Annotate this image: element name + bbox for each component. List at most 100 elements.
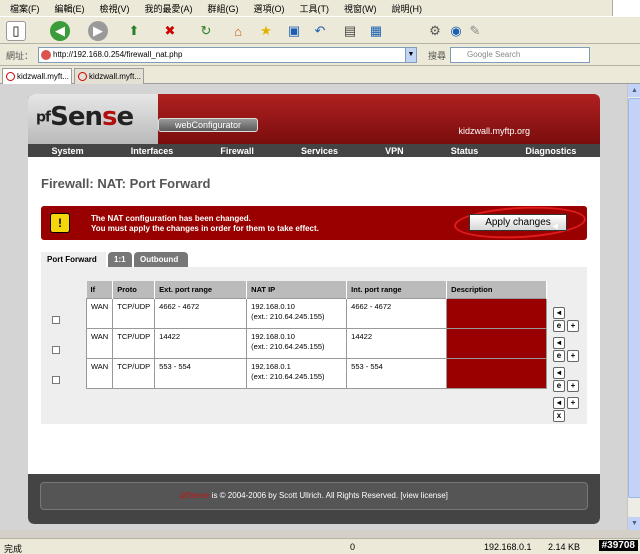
tab-outbound[interactable]: Outbound: [134, 252, 188, 267]
browser-tab-label: kidzwall.myft...: [17, 72, 70, 81]
nav-status[interactable]: Status: [451, 146, 479, 156]
cell-nat-ip: 192.168.0.1 (ext.: 210.64.245.155): [246, 357, 348, 389]
page-scrollbar[interactable]: ▲ ▼: [627, 84, 640, 530]
table-header-row: If Proto Ext. port range NAT IP Int. por…: [86, 281, 548, 298]
menu-help[interactable]: 說明(H): [392, 2, 423, 15]
browser-tab-1[interactable]: kidzwall.myft...: [2, 68, 72, 84]
cell-int: 553 - 554: [346, 357, 448, 389]
browser-tab-label: kidzwall.myft...: [89, 72, 142, 81]
nat-ip: 192.168.0.10: [251, 301, 295, 311]
add-rule-icon[interactable]: +: [567, 380, 579, 392]
col-description: Description: [446, 281, 548, 298]
rules-panel: If Proto Ext. port range NAT IP Int. por…: [41, 267, 587, 424]
add-rule-icon[interactable]: +: [567, 320, 579, 332]
nat-ext: (ext.: 210.64.245.155): [251, 341, 325, 351]
nav-vpn[interactable]: VPN: [385, 146, 404, 156]
new-page-icon[interactable]: ▯: [6, 21, 26, 41]
menu-tools[interactable]: 工具(T): [300, 2, 330, 15]
status-ip: 192.168.0.1: [484, 542, 532, 552]
cell-proto: TCP/UDP: [112, 357, 156, 389]
row-checkbox[interactable]: [52, 376, 60, 384]
menu-file[interactable]: 檔案(F): [10, 2, 40, 15]
add-rule-icon[interactable]: +: [567, 350, 579, 362]
nav-services[interactable]: Services: [301, 146, 338, 156]
pfsense-footer: pfSense is © 2004-2006 by Scott Ullrich.…: [28, 474, 600, 524]
move-selected-icon[interactable]: ◂: [553, 397, 565, 409]
address-label: 網址：: [6, 51, 34, 61]
table-row[interactable]: WAN TCP/UDP 553 - 554 192.168.0.1 (ext.: …: [85, 357, 548, 389]
menu-favorites[interactable]: 我的最愛(A): [145, 2, 193, 15]
menu-window[interactable]: 視窗(W): [344, 2, 377, 15]
tool-icon-3[interactable]: ✎: [465, 21, 485, 41]
refresh-icon[interactable]: ↻: [196, 21, 216, 41]
tool-icon-2[interactable]: ◉: [446, 21, 466, 41]
table-row[interactable]: WAN TCP/UDP 4662 - 4672 192.168.0.10 (ext…: [85, 297, 548, 329]
history-icon[interactable]: ▣: [284, 21, 304, 41]
apply-changes-button[interactable]: Apply changes: [469, 214, 567, 231]
menu-options[interactable]: 選項(O): [254, 2, 285, 15]
cell-proto: TCP/UDP: [112, 297, 156, 329]
tab-port-forward[interactable]: Port Forward: [41, 252, 106, 267]
tab-favicon-icon: [6, 72, 15, 81]
table-row[interactable]: WAN TCP/UDP 14422 192.168.0.10 (ext.: 210…: [85, 327, 548, 359]
move-rule-icon[interactable]: ◂: [553, 307, 565, 319]
cell-if: WAN: [85, 357, 114, 389]
alert-line-1: The NAT configuration has been changed.: [91, 214, 251, 223]
back-icon[interactable]: ◀: [50, 21, 70, 41]
webconfigurator-badge: webConfigurator: [158, 118, 258, 132]
cell-int: 4662 - 4672: [346, 297, 448, 329]
forward-icon[interactable]: ▶: [88, 21, 108, 41]
menu-edit[interactable]: 編輯(E): [55, 2, 85, 15]
row-checkbox[interactable]: [52, 316, 60, 324]
add-new-rule-icon[interactable]: +: [567, 397, 579, 409]
move-rule-icon[interactable]: ◂: [553, 337, 565, 349]
edit-rule-icon[interactable]: e: [553, 380, 565, 392]
alert-message: The NAT configuration has been changed. …: [91, 214, 319, 234]
cell-description: [446, 327, 548, 359]
tab-one-to-one[interactable]: 1:1: [108, 252, 132, 267]
home-icon[interactable]: ⌂: [228, 21, 248, 41]
ie-logo-icon: [612, 0, 640, 16]
menu-groups[interactable]: 群組(G): [208, 2, 239, 15]
nav-interfaces[interactable]: Interfaces: [131, 146, 174, 156]
nav-system[interactable]: System: [52, 146, 84, 156]
tile-icon[interactable]: ▦: [366, 21, 386, 41]
search-label: 搜尋: [428, 51, 447, 61]
home-up-icon[interactable]: ⬆: [124, 21, 144, 41]
cell-if: WAN: [85, 297, 114, 329]
scroll-down-icon[interactable]: ▼: [628, 517, 640, 530]
search-input[interactable]: Google Search: [450, 47, 590, 63]
undo-icon[interactable]: ↶: [310, 21, 330, 41]
move-rule-icon[interactable]: ◂: [553, 367, 565, 379]
footer-brand-link[interactable]: pfSense: [180, 491, 209, 500]
browser-toolbar: ▯ ◀ ▶ ⬆ ✖ ↻ ⌂ ★ ▣ ↶ ▤ ▦ ⚙ ◉ ✎: [0, 16, 640, 44]
nav-diagnostics[interactable]: Diagnostics: [525, 146, 576, 156]
menu-view[interactable]: 檢視(V): [100, 2, 130, 15]
col-if: If: [86, 281, 114, 298]
cell-proto: TCP/UDP: [112, 327, 156, 359]
tab-favicon-icon: [78, 72, 87, 81]
favorites-star-icon[interactable]: ★: [256, 21, 276, 41]
edit-rule-icon[interactable]: e: [553, 350, 565, 362]
page-viewport: pfSense webConfigurator kidzwall.myftp.o…: [0, 84, 640, 530]
copyright: pfSense is © 2004-2006 by Scott Ullrich.…: [40, 482, 588, 510]
cell-int: 14422: [346, 327, 448, 359]
scroll-up-icon[interactable]: ▲: [628, 84, 640, 97]
page-favicon-icon: [41, 50, 51, 60]
hostname: kidzwall.myftp.org: [458, 126, 530, 136]
url-field[interactable]: http://192.168.0.254/firewall_nat.php: [38, 47, 416, 63]
tool-icon-1[interactable]: ⚙: [425, 21, 445, 41]
url-dropdown-icon[interactable]: ▼: [405, 47, 417, 63]
layout-icon[interactable]: ▤: [340, 21, 360, 41]
stop-icon[interactable]: ✖: [160, 21, 180, 41]
delete-selected-icon[interactable]: x: [553, 410, 565, 422]
browser-tab-2[interactable]: kidzwall.myft...: [74, 68, 144, 84]
nat-ext: (ext.: 210.64.245.155): [251, 371, 325, 381]
scroll-thumb[interactable]: [628, 98, 640, 498]
browser-statusbar: 完成 0 192.168.0.1 2.14 KB: [0, 538, 640, 554]
row-checkbox[interactable]: [52, 346, 60, 354]
edit-rule-icon[interactable]: e: [553, 320, 565, 332]
nav-firewall[interactable]: Firewall: [220, 146, 254, 156]
logo-area: pfSense: [28, 94, 158, 144]
pfsense-container: pfSense webConfigurator kidzwall.myftp.o…: [28, 94, 600, 524]
